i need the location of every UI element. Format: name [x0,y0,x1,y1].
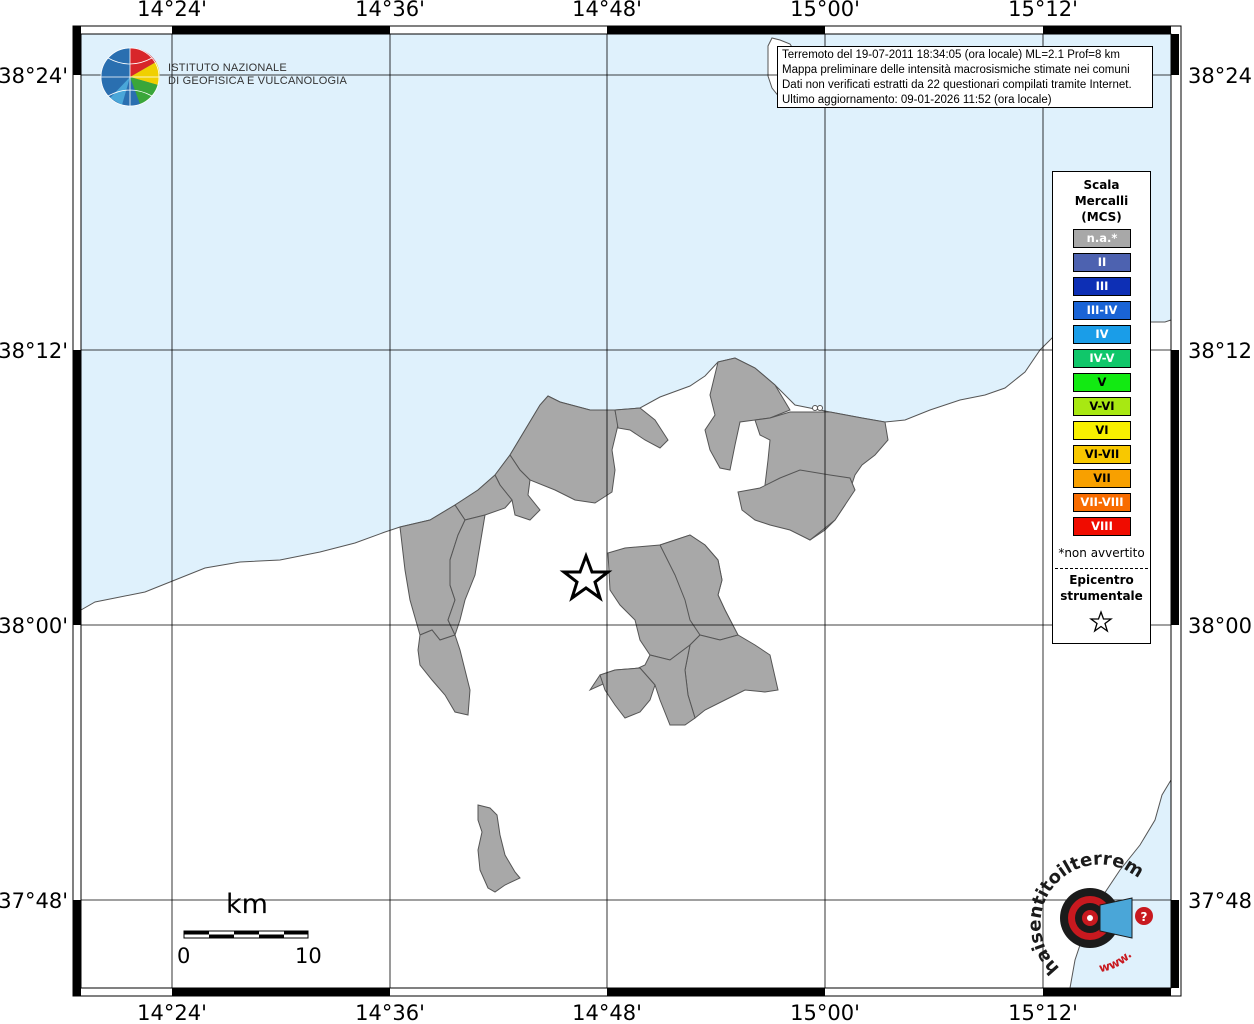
mcs-legend: Scala Mercalli (MCS) n.a.* II III III-IV IV I… [1052,171,1151,644]
lon-label: 15°00' [790,0,860,21]
lat-label: 37°48' [1188,889,1254,913]
lon-label: 14°24' [137,0,207,21]
legend-title-line: (MCS) [1081,210,1122,224]
legend-swatch: VII-VIII [1073,493,1131,512]
lat-label: 38°12' [1188,339,1254,363]
lat-label: 38°24' [1188,64,1254,88]
speaker-icon [1099,897,1133,939]
scale-end: 10 [295,944,322,968]
legend-epicenter-line: Epicentro [1069,573,1134,587]
lon-label: 14°24' [137,1001,207,1024]
legend-swatch: V [1073,373,1131,392]
ingv-line1: ISTITUTO NAZIONALE [168,62,287,74]
legend-title-line: Scala [1083,178,1120,192]
lon-label: 15°12' [1008,1001,1078,1024]
legend-swatch: IV [1073,325,1131,344]
legend-star-icon [1089,610,1113,633]
legend-divider [1055,568,1148,569]
ingv-line2: DI GEOFISICA E VULCANOLOGIA [168,75,347,87]
legend-epicenter-label: Epicentro strumentale [1053,572,1150,604]
lon-label: 14°48' [572,0,642,21]
legend-epicenter-line: strumentale [1060,589,1143,603]
legend-swatch: VIII [1073,517,1131,536]
longitude-labels-bottom: 14°24' 14°36' 14°48' 15°00' 15°12' [137,1001,1078,1024]
lon-label: 15°12' [1008,0,1078,21]
scale-unit: km [226,889,268,920]
legend-swatch: VII [1073,469,1131,488]
islet [817,405,823,411]
legend-note: *non avvertito [1058,546,1145,560]
latitude-labels-right: 38°24' 38°12' 38°00' 37°48' [1188,64,1254,913]
islet [812,405,818,411]
scale-bar [183,930,309,939]
legend-swatch: IV-V [1073,349,1131,368]
lon-label: 14°36' [355,0,425,21]
legend-swatch: VI [1073,421,1131,440]
legend-swatch: VI-VII [1073,445,1131,464]
lat-label: 38°00' [0,614,68,638]
legend-title-line: Mercalli [1074,194,1129,208]
lon-label: 14°36' [355,1001,425,1024]
event-info-box: Terremoto del 19-07-2011 18:34:05 (ora l… [777,46,1153,108]
lon-label: 14°48' [572,1001,642,1024]
legend-title: Scala Mercalli (MCS) [1053,177,1150,225]
legend-swatch: V-VI [1073,397,1131,416]
lon-label: 15°00' [790,1001,860,1024]
lat-label: 38°12' [0,339,68,363]
lat-label: 38°24' [0,64,68,88]
data-source-line: Dati non verificati estratti da 22 quest… [782,79,1132,91]
latitude-labels-left: 38°24' 38°12' 38°00' 37°48' [0,64,68,913]
event-line: Terremoto del 19-07-2011 18:34:05 (ora l… [782,49,1120,61]
lat-label: 37°48' [0,889,68,913]
legend-swatch: III-IV [1073,301,1131,320]
legend-swatch: III [1073,277,1131,296]
legend-swatch: n.a.* [1073,229,1131,248]
last-update-line: Ultimo aggiornamento: 09-01-2026 11:52 (… [782,94,1052,106]
scale-start: 0 [177,944,191,968]
ingv-globe-icon [100,47,160,107]
map-description-line: Mappa preliminare delle intensità macros… [782,64,1130,76]
legend-swatch: II [1073,253,1131,272]
ingv-name: ISTITUTO NAZIONALE DI GEOFISICA E VULCAN… [168,62,347,88]
lat-label: 38°00' [1188,614,1254,638]
longitude-labels-top: 14°24' 14°36' 14°48' 15°00' 15°12' [137,0,1078,21]
svg-text:?: ? [1141,910,1148,924]
